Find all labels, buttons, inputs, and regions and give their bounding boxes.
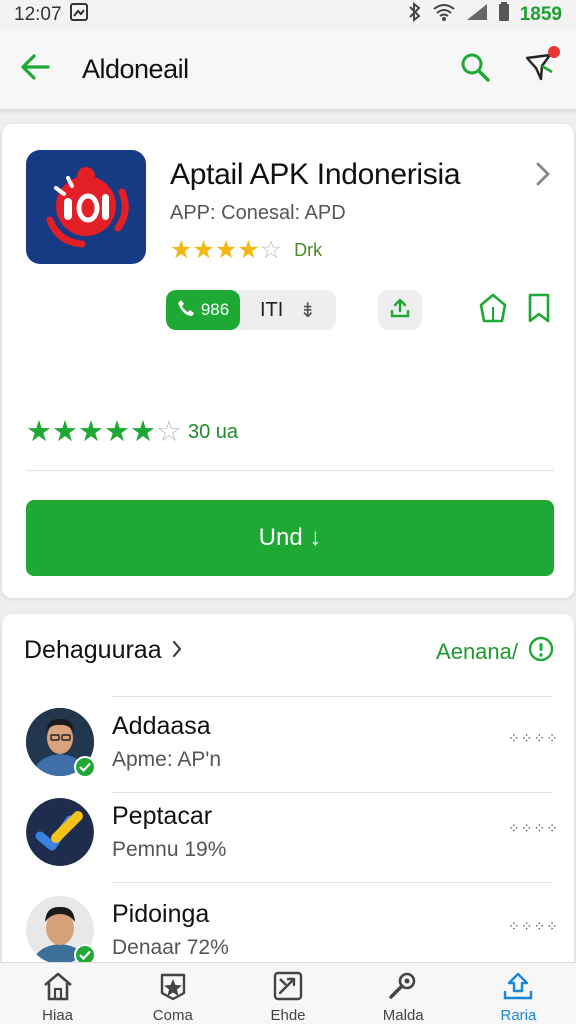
more-options-icon[interactable]: ⁘⁘⁘⁘ [508,918,559,935]
bookmark-icon [527,293,551,328]
status-bar: 12:07 1859 [0,0,576,30]
star-icon: ★ [214,236,238,264]
phone-icon [177,299,195,322]
star-outline-icon: ☆ [259,236,283,264]
list-item-title: Peptacar [112,802,213,830]
verified-check-icon [74,756,96,778]
app-name[interactable]: Aptail APK Indonerisia [170,158,461,192]
more-options-icon[interactable]: ⁘⁘⁘⁘ [508,730,559,747]
wifi-icon [432,3,456,27]
star-icon: ★ [26,416,52,448]
notifications-icon[interactable] [524,46,560,87]
divider [112,792,552,793]
call-chip[interactable]: 986 [166,290,240,330]
rating-tag: Drk [294,240,323,260]
list-item-title: Pidoinga [112,900,210,928]
star-icon: ★ [78,416,104,448]
bottom-navigation: Hiaa Coma Ehde Malda Raria [0,962,576,1024]
pentagon-bookmark-icon [479,293,507,328]
star-icon: ★ [52,416,78,448]
nav-label: Malda [382,1007,424,1024]
nav-label: Coma [152,1007,193,1024]
call-count: 986 [200,300,230,319]
star-icon: ★ [130,416,156,448]
signal-icon [466,3,488,27]
search-icon[interactable] [460,52,490,87]
chevron-right-icon [172,636,182,665]
list-item-subtitle: Pemnu 19% [112,838,227,861]
star-icon: ★ [192,236,215,264]
nav-home[interactable]: Hiaa [0,963,115,1024]
star-icon: ★ [104,416,130,448]
app-bar: Aldoneail [0,30,576,110]
app-developer: APP: Conesal: APD [170,202,346,224]
share-button[interactable] [378,290,422,330]
favorite-button[interactable] [476,292,510,328]
page-title: Aldoneail [82,54,189,84]
nav-tools[interactable]: Malda [346,963,461,1024]
bookmark-button[interactable] [522,292,556,328]
review-count: 30 ua [188,421,239,443]
chip-label: ITI [260,298,284,321]
notification-dot [548,46,560,58]
more-options-icon[interactable]: ⁘⁘⁘⁘ [508,820,559,837]
see-all-label: Aenana/ [436,639,518,664]
star-badge-icon [157,971,189,1005]
nav-updates[interactable]: Raria [461,963,576,1024]
list-item-subtitle: Denaar 72% [112,936,229,959]
info-circle-icon [528,636,554,668]
upload-icon [389,297,411,324]
star-outline-icon: ☆ [156,416,182,448]
battery-icon [498,2,510,28]
section-title: Dehaguuraa [24,636,162,664]
edit-box-icon [272,971,304,1005]
home-icon [42,971,74,1005]
status-time: 12:07 [14,4,62,25]
list-item-title: Addaasa [112,712,211,740]
section-header[interactable]: Dehaguuraa [24,636,182,665]
app-logo[interactable] [26,150,146,264]
nav-label: Raria [500,1007,537,1024]
upload-arrow-icon [502,971,534,1005]
battery-level: 1859 [519,4,562,25]
nav-games[interactable]: Coma [115,963,230,1024]
star-icon: ★ [237,236,260,264]
rating-stars-small: ★ ★ ★ ★ ☆ Drk [170,238,322,263]
nav-label: Hiaa [42,1007,74,1024]
divider [26,470,554,471]
chevron-right-icon[interactable] [536,162,550,191]
nav-label: Ehde [270,1007,306,1024]
search-tool-icon [387,971,419,1005]
app-card: Aptail APK Indonerisia APP: Conesal: APD… [2,124,574,598]
nav-edit[interactable]: Ehde [230,963,345,1024]
image-notification-icon [69,3,88,27]
star-icon: ★ [170,236,193,264]
list-item[interactable]: Addaasa Apme: AP'n ⁘⁘⁘⁘ [2,708,574,798]
divider [112,696,552,697]
call-chip-group[interactable]: 986 ITI ⇟ [166,290,336,330]
see-all-link[interactable]: Aenana/ [436,636,554,668]
rating-stars-large: ★ ★ ★ ★ ★ ☆ 30 ua [26,418,238,447]
back-arrow-icon[interactable] [20,54,50,85]
list-item-subtitle: Apme: AP'n [112,748,222,771]
bluetooth-icon [408,1,422,28]
chip-symbol: ⇟ [299,299,317,322]
app-logo-small [26,798,94,866]
list-item[interactable]: Peptacar Pemnu 19% ⁘⁘⁘⁘ [2,798,574,888]
install-button[interactable]: Und ↓ [26,500,554,576]
divider [112,882,552,883]
